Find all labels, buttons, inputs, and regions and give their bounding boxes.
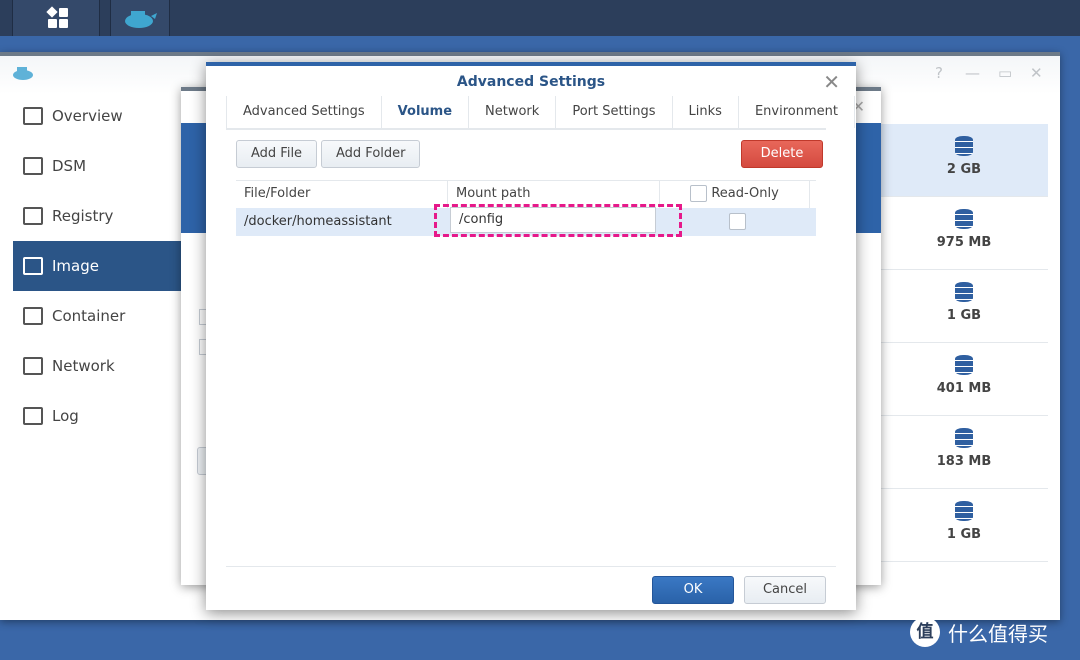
highlight-annotation: [434, 204, 682, 237]
column-header-file-folder[interactable]: File/Folder: [236, 181, 448, 208]
image-size: 2 GB: [946, 162, 982, 177]
dialog-title: Advanced Settings: [456, 74, 606, 90]
sidebar-item-overview[interactable]: Overview: [13, 91, 181, 141]
image-row[interactable]: 183 MB: [880, 416, 1048, 489]
image-row[interactable]: 401 MB: [880, 343, 1048, 416]
database-icon: [955, 428, 973, 448]
database-icon: [955, 282, 973, 302]
container-icon: [23, 307, 43, 325]
maximize-icon[interactable]: ▭: [998, 64, 1012, 82]
database-icon: [955, 355, 973, 375]
advanced-settings-dialog: Advanced Settings ✕ Advanced Settings Vol…: [206, 62, 856, 610]
image-row[interactable]: 1 GB: [880, 270, 1048, 343]
docker-icon: [125, 11, 157, 28]
watermark: 值 什么值得买: [910, 617, 1048, 647]
read-only-all-checkbox[interactable]: [690, 185, 708, 202]
overview-icon: [23, 107, 43, 125]
add-file-button[interactable]: Add File: [236, 140, 318, 168]
dsm-icon: [23, 157, 43, 175]
database-icon: [955, 501, 973, 521]
database-icon: [955, 209, 973, 229]
sidebar-item-label: Image: [52, 257, 99, 275]
main-menu-button[interactable]: [12, 0, 100, 36]
tab-links[interactable]: Links: [671, 96, 738, 128]
sidebar-item-label: Overview: [52, 107, 123, 125]
sidebar-item-label: Network: [52, 357, 115, 375]
close-icon[interactable]: ✕: [823, 70, 840, 94]
close-icon[interactable]: ✕: [1030, 64, 1043, 82]
file-folder-cell: /docker/homeassistant: [244, 214, 392, 229]
registry-icon: [23, 207, 43, 225]
tab-environment[interactable]: Environment: [737, 96, 855, 128]
sidebar-item-container[interactable]: Container: [13, 291, 181, 341]
help-icon[interactable]: ?: [935, 64, 943, 82]
sidebar-item-dsm[interactable]: DSM: [13, 141, 181, 191]
image-row[interactable]: 975 MB: [880, 197, 1048, 270]
database-icon: [955, 136, 973, 156]
sidebar-item-label: Log: [52, 407, 79, 425]
network-icon: [23, 357, 43, 375]
tab-port-settings[interactable]: Port Settings: [555, 96, 671, 128]
sidebar-item-registry[interactable]: Registry: [13, 191, 181, 241]
app-grid-icon: [46, 6, 68, 28]
taskbar: [0, 0, 1080, 36]
docker-taskbar-button[interactable]: [110, 0, 170, 36]
image-size: 1 GB: [946, 308, 982, 323]
image-row[interactable]: 2 GB: [880, 124, 1048, 197]
image-size: 401 MB: [936, 381, 992, 396]
sidebar-item-log[interactable]: Log: [13, 391, 181, 441]
watermark-text: 什么值得买: [948, 621, 1048, 646]
cancel-button[interactable]: Cancel: [744, 576, 826, 604]
image-icon: [23, 257, 43, 275]
add-folder-button[interactable]: Add Folder: [321, 140, 421, 168]
sidebar-item-label: Registry: [52, 207, 114, 225]
tab-network[interactable]: Network: [468, 96, 555, 128]
read-only-checkbox[interactable]: [729, 213, 746, 230]
image-size: 183 MB: [936, 454, 992, 469]
log-icon: [23, 407, 43, 425]
image-row[interactable]: 1 GB: [880, 489, 1048, 562]
ok-button[interactable]: OK: [652, 576, 734, 604]
minimize-icon[interactable]: —: [965, 64, 980, 82]
docker-icon: [13, 67, 33, 80]
column-header-read-only: Read-Only: [660, 181, 810, 208]
read-only-label: Read-Only: [711, 186, 779, 201]
sidebar-item-label: Container: [52, 307, 126, 325]
tab-bar: Advanced Settings Volume Network Port Setti…: [226, 96, 855, 130]
tab-advanced-settings[interactable]: Advanced Settings: [226, 96, 381, 128]
image-size: 975 MB: [936, 235, 992, 250]
image-size: 1 GB: [946, 527, 982, 542]
delete-button[interactable]: Delete: [741, 140, 823, 168]
watermark-logo: 值: [910, 617, 940, 647]
sidebar-item-label: DSM: [52, 157, 87, 175]
tab-volume[interactable]: Volume: [380, 96, 468, 128]
sidebar-item-network[interactable]: Network: [13, 341, 181, 391]
sidebar-item-image[interactable]: Image: [13, 241, 181, 291]
